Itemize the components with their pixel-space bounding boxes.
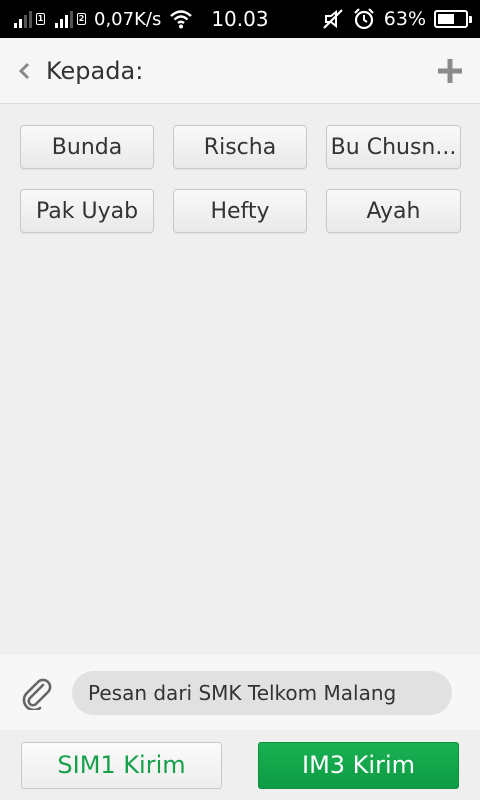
paperclip-icon[interactable] bbox=[16, 673, 56, 713]
signal-icon bbox=[55, 10, 73, 28]
status-left: 1 2 0,07K/s 10.03 bbox=[0, 7, 269, 31]
recipient-chip[interactable]: Rischa bbox=[173, 125, 307, 169]
sim1-send-button[interactable]: SIM1 Kirim bbox=[21, 741, 222, 789]
message-input[interactable]: Pesan dari SMK Telkom Malang bbox=[72, 670, 452, 715]
status-right: 63% bbox=[322, 7, 480, 31]
clock: 10.03 bbox=[211, 7, 269, 31]
recipient-chip[interactable]: Bunda bbox=[20, 125, 154, 169]
battery-icon bbox=[434, 10, 472, 28]
status-bar: 1 2 0,07K/s 10.03 63% bbox=[0, 0, 480, 38]
muted-icon bbox=[322, 8, 344, 30]
recipient-chip[interactable]: Hefty bbox=[173, 189, 307, 233]
network-speed: 0,07K/s bbox=[94, 8, 162, 30]
recipient-label: Kepada: bbox=[46, 56, 144, 85]
plus-icon[interactable] bbox=[420, 38, 480, 104]
compose-header: Kepada: bbox=[0, 38, 480, 104]
recipient-chip[interactable]: Pak Uyab bbox=[20, 189, 154, 233]
recipient-chip[interactable]: Ayah bbox=[326, 189, 461, 233]
battery-percent: 63% bbox=[383, 8, 426, 30]
im3-send-button[interactable]: IM3 Kirim bbox=[258, 741, 459, 789]
wifi-icon bbox=[169, 9, 193, 29]
recipient-list: Bunda Rischa Bu Chusn... Pak Uyab Hefty … bbox=[20, 125, 462, 233]
sim1-badge: 1 bbox=[36, 13, 45, 25]
recipient-chip[interactable]: Bu Chusn... bbox=[326, 125, 461, 169]
signal-icon bbox=[14, 10, 32, 28]
sim2-badge: 2 bbox=[77, 13, 86, 25]
send-buttons: SIM1 Kirim IM3 Kirim bbox=[0, 730, 480, 800]
alarm-icon bbox=[352, 7, 376, 31]
compose-bar: Pesan dari SMK Telkom Malang bbox=[0, 655, 480, 730]
chevron-left-icon[interactable] bbox=[4, 38, 44, 104]
